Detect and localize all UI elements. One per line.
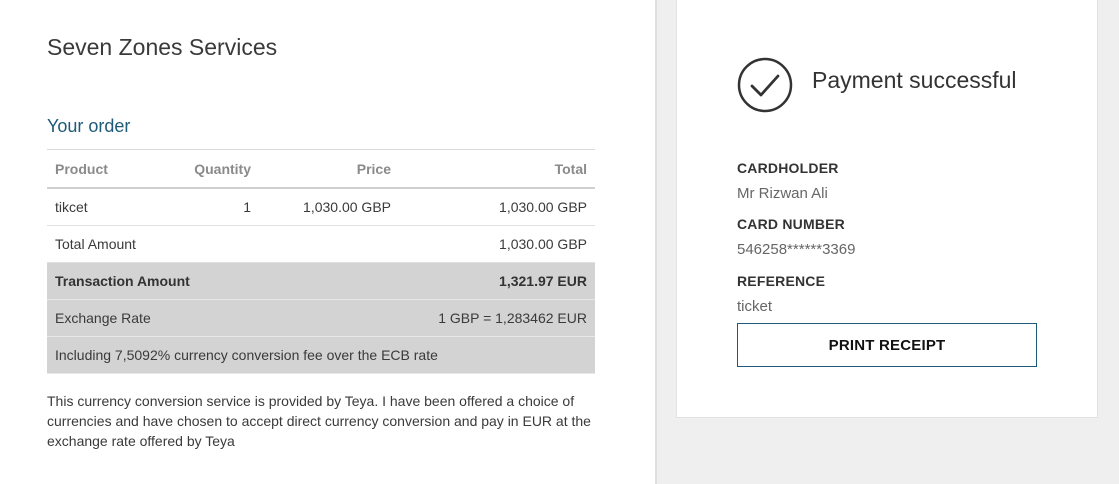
column-header-quantity: Quantity [163,149,259,189]
reference-label: REFERENCE [737,273,826,289]
total-amount-row: Total Amount 1,030.00 GBP [47,225,595,263]
payment-panel: Payment successful CARDHOLDER Mr Rizwan … [655,0,1119,484]
cardholder-label: CARDHOLDER [737,160,839,176]
order-panel: Seven Zones Services Your order Product … [0,0,655,484]
payment-status: Payment successful [812,67,1017,93]
item-product: tikcet [47,188,163,226]
fee-note: Including 7,5092% currency conversion fe… [47,336,595,374]
total-amount-label: Total Amount [47,225,259,263]
exchange-rate-row: Exchange Rate 1 GBP = 1,283462 EUR [47,299,595,337]
print-receipt-button[interactable]: PRINT RECEIPT [737,323,1037,367]
payment-result-card: Payment successful CARDHOLDER Mr Rizwan … [676,0,1098,418]
merchant-name: Seven Zones Services [47,34,278,60]
column-header-price: Price [259,149,399,189]
table-row: tikcet 1 1,030.00 GBP 1,030.00 GBP [47,188,595,226]
check-circle-icon [737,57,793,113]
transaction-amount-value: 1,321.97 EUR [259,262,595,300]
item-price: 1,030.00 GBP [259,188,399,226]
transaction-amount-row: Transaction Amount 1,321.97 EUR [47,262,595,300]
payment-page: Seven Zones Services Your order Product … [0,0,1119,484]
card-number-label: CARD NUMBER [737,216,845,232]
column-header-product: Product [47,149,163,189]
order-title: Your order [47,116,131,136]
exchange-rate-value: 1 GBP = 1,283462 EUR [259,299,595,337]
card-number-value: 546258******3369 [737,241,856,258]
order-table: Product Quantity Price Total tikcet 1 1,… [47,149,595,374]
total-amount-value: 1,030.00 GBP [259,225,595,263]
conversion-disclaimer: This currency conversion service is prov… [47,393,591,449]
fee-note-row: Including 7,5092% currency conversion fe… [47,336,595,374]
table-header-row: Product Quantity Price Total [47,149,595,189]
exchange-rate-label: Exchange Rate [47,299,259,337]
item-quantity: 1 [163,188,259,226]
reference-value: ticket [737,298,773,315]
transaction-amount-label: Transaction Amount [47,262,259,300]
cardholder-value: Mr Rizwan Ali [737,185,828,202]
column-header-total: Total [399,149,595,189]
item-total: 1,030.00 GBP [399,188,595,226]
